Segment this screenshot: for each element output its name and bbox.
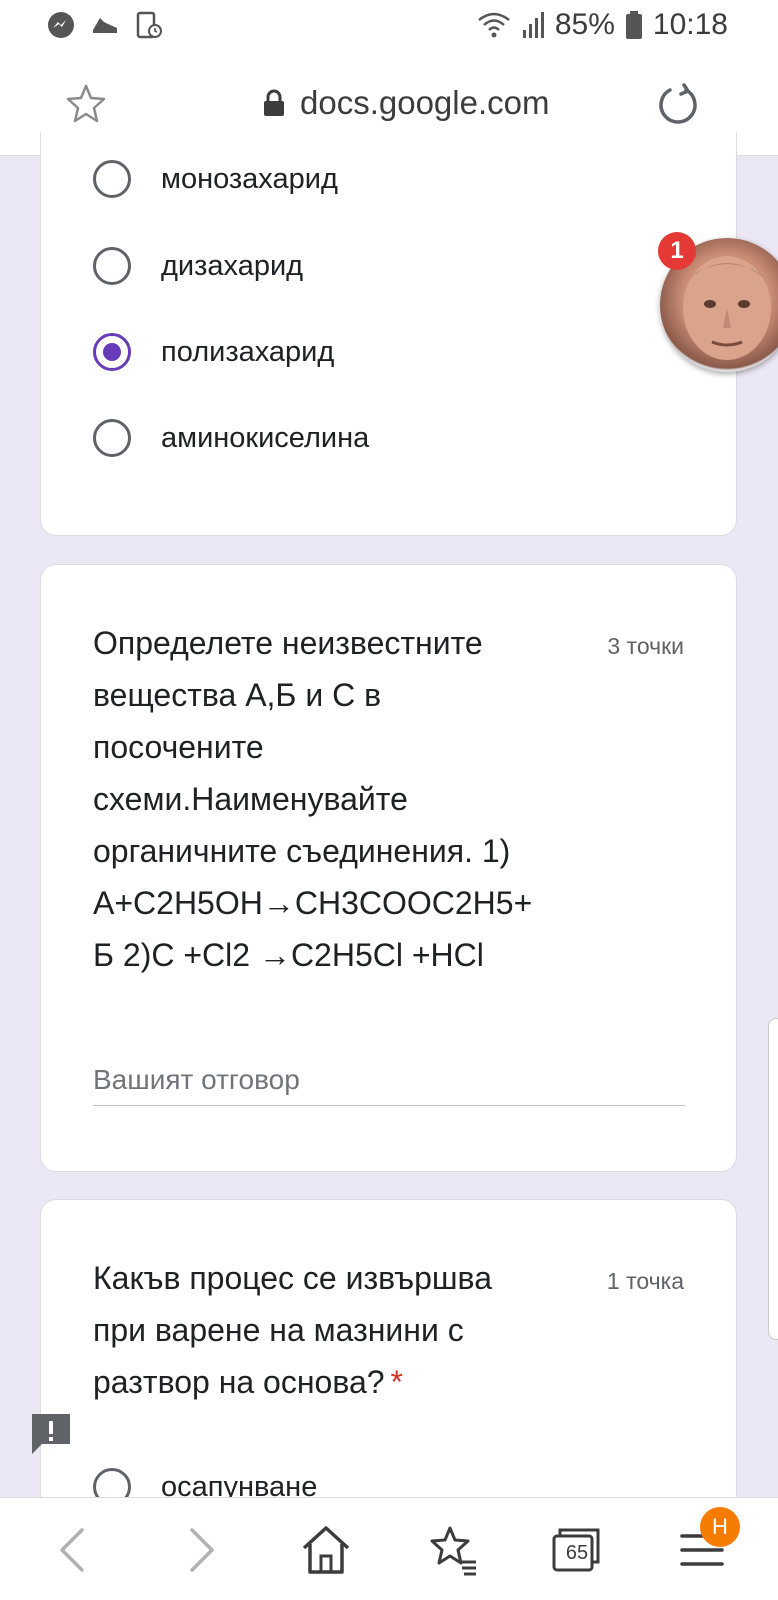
radio-button[interactable] <box>93 160 131 198</box>
answer-input[interactable] <box>93 1055 685 1106</box>
menu-badge: H <box>700 1507 740 1547</box>
back-icon[interactable] <box>46 1522 102 1578</box>
option-label: монозахарид <box>161 162 338 195</box>
tabs-count: 65 <box>565 1542 589 1564</box>
status-icons-right: 85% 10:18 <box>477 8 728 42</box>
question-card-1: монозахарид дизахарид полизахарид аминок… <box>40 132 737 536</box>
reload-icon[interactable] <box>656 82 700 126</box>
question-title-line: при варене на мазнини с <box>93 1312 464 1348</box>
option-label: аминокиселина <box>161 421 370 454</box>
scroll-handle[interactable] <box>768 1018 778 1340</box>
question-card-3: Какъв процес се извършва при варене на м… <box>40 1199 737 1519</box>
question-title-line: органичните съединения. 1) <box>93 833 511 869</box>
radio-button[interactable] <box>93 247 131 285</box>
browser-bottom-nav: 65 <box>0 1497 778 1600</box>
option-disaccharide[interactable]: дизахарид <box>93 247 303 285</box>
messenger-icon <box>48 12 74 38</box>
url-domain: docs.google.com <box>300 84 550 121</box>
radio-button[interactable] <box>93 419 131 457</box>
wifi-icon <box>478 12 510 38</box>
option-amino-acid[interactable]: аминокиселина <box>93 419 369 457</box>
lock-icon <box>264 89 284 116</box>
bookmarks-icon[interactable] <box>424 1522 480 1578</box>
question-title-line: разтвор на основа? * <box>93 1356 573 1408</box>
option-label: дизахарид <box>161 249 304 282</box>
status-bar: 85% 10:18 <box>0 0 778 52</box>
option-label: полизахарид <box>161 335 335 368</box>
question-title-text: разтвор на основа? <box>93 1364 385 1400</box>
required-asterisk: * <box>390 1364 403 1400</box>
question-title-line: Какъв процес се извършва <box>93 1260 492 1296</box>
question-title-line: Определете неизвестните <box>93 625 483 661</box>
address-field[interactable]: docs.google.com <box>262 84 549 122</box>
question-title: Определете неизвестните вещества А,Б и С… <box>93 617 573 981</box>
tabs-button[interactable]: 65 <box>548 1522 604 1578</box>
status-icons-left <box>46 10 164 40</box>
screen-record-icon <box>136 11 162 39</box>
option-polysaccharide[interactable]: полизахарид <box>93 333 334 371</box>
question-title: Какъв процес се извършва при варене на м… <box>93 1252 573 1408</box>
clock: 10:18 <box>652 8 728 41</box>
question-title-line: А+C2H5OH→CH3COOC2H5+ <box>93 885 533 921</box>
signal-icon <box>522 12 544 38</box>
option-monosaccharide[interactable]: монозахарид <box>93 160 338 198</box>
home-icon[interactable] <box>298 1522 354 1578</box>
bookmark-star-icon[interactable] <box>64 82 108 126</box>
question-card-2: Определете неизвестните вещества А,Б и С… <box>40 564 737 1172</box>
chat-head-badge: 1 <box>658 232 696 270</box>
question-points: 3 точки <box>607 633 684 659</box>
question-points: 1 точка <box>606 1268 684 1294</box>
question-title-line: посочените <box>93 729 264 765</box>
forward-icon[interactable] <box>172 1522 228 1578</box>
report-problem-icon[interactable] <box>28 1410 74 1456</box>
question-title-line: схеми.Наименувайте <box>93 781 408 817</box>
battery-percent: 85% <box>554 8 615 41</box>
battery-icon <box>625 11 642 39</box>
radio-button-selected[interactable] <box>93 333 131 371</box>
question-title-line: Б 2)C +Cl2 →C2H5Cl +HCl <box>93 937 484 973</box>
question-title-line: вещества А,Б и С в <box>93 677 382 713</box>
sneaker-icon <box>93 18 117 33</box>
